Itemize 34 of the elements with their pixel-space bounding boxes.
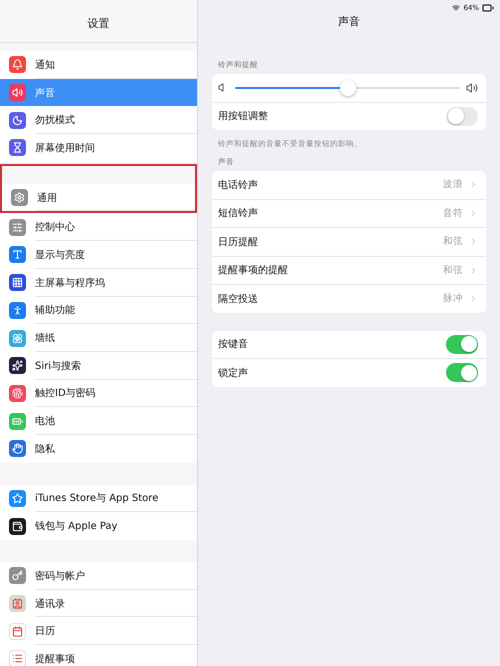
chevron-icon <box>469 180 478 190</box>
page-title: 声音 <box>338 14 360 28</box>
chevron-icon <box>469 294 478 304</box>
setting-label: 提醒事项的提醒 <box>218 264 289 278</box>
setting-label: 电话铃声 <box>218 178 259 192</box>
setting-value: 音符 <box>443 206 463 220</box>
setting-row[interactable]: 短信铃声 音符 <box>212 200 486 228</box>
setting-row[interactable]: 电话铃声 波浪 <box>212 171 486 200</box>
toggle-switch[interactable] <box>446 363 478 382</box>
setting-value: 和弦 <box>443 264 463 277</box>
battery-icon <box>482 2 494 14</box>
setting-row[interactable]: 隔空投送 脉冲 <box>212 285 486 312</box>
volume-slider[interactable] <box>235 80 460 96</box>
setting-value: 波浪 <box>443 178 463 192</box>
volume-high-icon <box>466 82 478 94</box>
setting-value: 脉冲 <box>443 292 463 306</box>
toggle-switch[interactable] <box>446 106 478 126</box>
setting-value: 和弦 <box>443 235 463 248</box>
toggle-switch[interactable] <box>446 334 478 354</box>
setting-label: 短信铃声 <box>218 206 259 220</box>
sidebar-title: 设置 <box>88 16 110 30</box>
slider-thumb[interactable] <box>340 80 356 96</box>
setting-row[interactable]: 提醒事项的提醒 和弦 <box>212 256 486 285</box>
setting-label: 用按钮调整 <box>218 110 269 124</box>
setting-label: 按键音 <box>218 338 249 352</box>
setting-label: 隔空投送 <box>218 292 259 306</box>
setting-label: 日历提醒 <box>218 236 259 249</box>
chevron-icon <box>469 237 478 246</box>
setting-label: 锁定声 <box>218 366 249 380</box>
setting-row[interactable]: 日历提醒 和弦 <box>212 228 486 256</box>
sidebar-item[interactable]: 通用 <box>2 184 195 212</box>
wifi-icon <box>452 4 460 12</box>
chevron-icon <box>469 266 478 275</box>
chevron-icon <box>469 208 478 218</box>
